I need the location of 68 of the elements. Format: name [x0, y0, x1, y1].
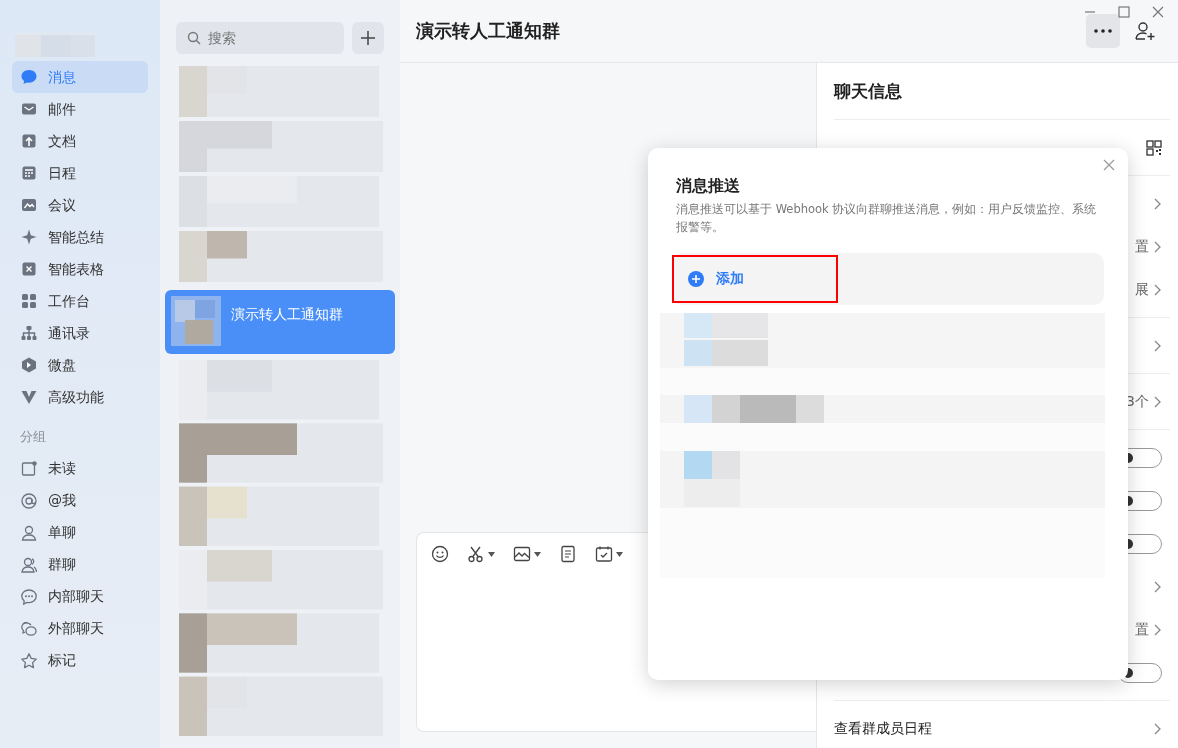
sidebar-item[interactable]: @我 [12, 484, 148, 517]
v-shape-icon [20, 388, 38, 406]
people-icon [20, 555, 38, 574]
sidebar-item[interactable]: 未读 [12, 452, 148, 485]
org-chart-icon [20, 324, 38, 342]
chevron-right-icon [1153, 722, 1162, 735]
meeting-icon [20, 196, 38, 214]
maximize-icon [1116, 6, 1132, 18]
image-icon [513, 545, 531, 563]
chat-title: 演示转人工通知群 [416, 20, 561, 42]
sidebar-item[interactable]: 通讯录 [12, 317, 148, 349]
chevron-right-icon [1153, 339, 1162, 352]
person-icon [20, 523, 38, 542]
row-value: 置 [1135, 237, 1149, 256]
chevron-right-icon [1153, 580, 1162, 593]
row-label: 查看群成员日程 [834, 719, 933, 738]
sidebar-item[interactable]: 外部聊天 [12, 612, 148, 645]
sidebar-item[interactable]: 智能表格 [12, 253, 148, 285]
grid-icon [20, 292, 38, 310]
scissors-icon [467, 545, 485, 563]
sidebar-item[interactable]: 日程 [12, 157, 148, 189]
sidebar-item[interactable]: 群聊 [12, 548, 148, 581]
smiley-icon [431, 545, 449, 563]
cube-icon [20, 356, 38, 374]
plus-icon [360, 30, 376, 46]
section-heading: 分组 [19, 428, 47, 446]
at-sign-icon [20, 491, 38, 510]
calendar-icon [20, 164, 38, 182]
more-icon [1094, 29, 1112, 33]
chevron-right-icon [1153, 283, 1162, 296]
sidebar-item[interactable]: 单聊 [12, 516, 148, 549]
close-icon [1102, 158, 1116, 172]
search-field[interactable]: 搜索 [176, 22, 344, 54]
unread-icon [20, 459, 38, 478]
document-icon [20, 132, 38, 150]
sidebar-item[interactable]: 标记 [12, 644, 148, 677]
two-bubbles-icon [20, 619, 38, 638]
row-value: 置 [1135, 620, 1149, 639]
more-button[interactable] [1086, 14, 1120, 48]
table-icon [20, 260, 38, 278]
speech-dots-icon [20, 587, 38, 606]
chevron-right-icon [1153, 240, 1162, 253]
sidebar-item[interactable]: 内部聊天 [12, 580, 148, 613]
plus-circle-icon [688, 270, 704, 287]
sidebar-item[interactable]: 高级功能 [12, 381, 148, 413]
row-value: 展 [1135, 280, 1149, 299]
star-icon [20, 651, 38, 670]
sidebar-item[interactable]: 邮件 [12, 93, 148, 125]
close-icon [1150, 6, 1166, 18]
sidebar-item[interactable]: 微盘 [12, 349, 148, 381]
chevron-right-icon [1153, 197, 1162, 210]
sparkle-icon [20, 228, 38, 246]
calendar-check-icon [595, 545, 613, 563]
add-button[interactable] [352, 22, 384, 54]
panel-title: 聊天信息 [834, 63, 1170, 120]
dialog-title: 消息推送 [676, 176, 741, 196]
sidebar-item[interactable]: 文档 [12, 125, 148, 157]
sidebar-item[interactable]: 工作台 [12, 285, 148, 317]
document-icon [559, 545, 577, 563]
chat-bubble-icon [20, 68, 38, 86]
dialog-description: 消息推送可以基于 Webhook 协议向群聊推送消息，例如：用户反馈监控、系统报警等。 [676, 201, 1098, 236]
sidebar-item[interactable]: 智能总结 [12, 221, 148, 253]
qr-code-icon [1146, 139, 1162, 156]
toolbar-button[interactable] [429, 543, 451, 565]
sidebar-item[interactable]: 会议 [12, 189, 148, 221]
chevron-right-icon [1153, 623, 1162, 636]
chevron-right-icon [1153, 395, 1162, 408]
add-person-icon [1134, 20, 1156, 42]
